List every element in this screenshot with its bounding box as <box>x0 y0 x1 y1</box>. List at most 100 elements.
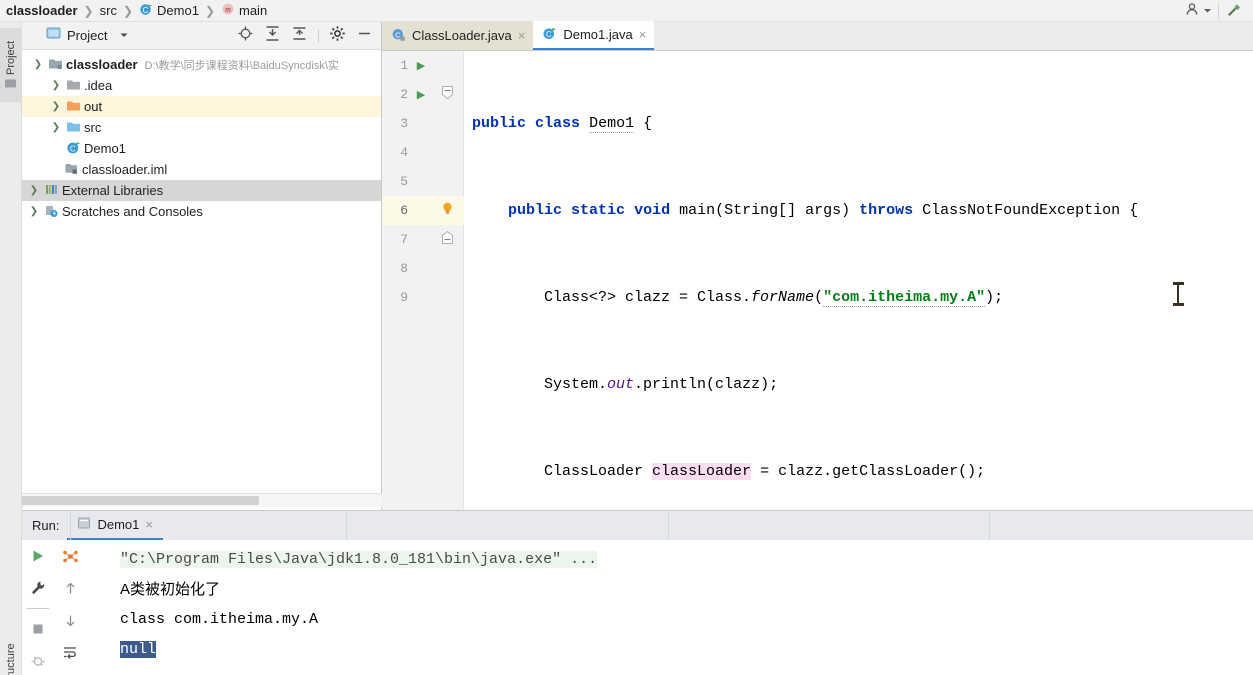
project-panel: Project ❯ classloader D:\教学\同步课程资料\Baidu… <box>22 22 382 510</box>
collapse-all-icon[interactable] <box>291 25 308 47</box>
panel-divider <box>989 511 990 540</box>
gutter-line-9: 9 <box>382 283 464 312</box>
filter-icon[interactable] <box>57 544 83 568</box>
line-number: 2 <box>400 87 408 102</box>
locate-icon[interactable] <box>237 25 254 47</box>
chevron-right-icon[interactable]: ❯ <box>48 80 64 91</box>
tree-node-external-libraries[interactable]: ❯ External Libraries <box>22 180 381 201</box>
tab-demo1-java[interactable]: C Demo1.java × <box>533 21 655 50</box>
settings-wrench-icon[interactable] <box>25 576 51 600</box>
breadcrumb: classloader ❯ src ❯ C Demo1 ❯ m main <box>0 0 1253 22</box>
breadcrumb-item-src[interactable]: src <box>100 3 117 18</box>
svg-text:C: C <box>395 30 401 39</box>
class-icon: C <box>66 140 81 158</box>
code-editor[interactable]: 1 ▶ 2 ▶ 3 4 5 6 7 8 9 public class Demo1… <box>382 51 1253 654</box>
console-selected-text: null <box>120 641 157 658</box>
chevron-right-icon[interactable]: ❯ <box>26 206 42 217</box>
project-panel-title: Project <box>67 28 108 43</box>
line-number: 8 <box>400 261 408 276</box>
project-panel-header: Project <box>22 22 381 50</box>
breadcrumb-label: Demo1 <box>157 3 199 18</box>
titlebar-right-tools <box>1184 0 1251 22</box>
run-toolbar-col-right <box>54 544 86 675</box>
chevron-right-icon[interactable]: ❯ <box>48 101 64 112</box>
hammer-icon[interactable] <box>1225 0 1243 23</box>
module-icon <box>48 56 63 74</box>
chevron-down-icon[interactable] <box>119 27 129 45</box>
library-icon <box>44 182 59 200</box>
sidebar-item-project[interactable]: Project <box>0 28 22 102</box>
run-tab-label: Demo1 <box>97 517 140 532</box>
close-icon[interactable]: × <box>518 28 526 43</box>
scratches-icon <box>44 203 59 221</box>
stop-icon[interactable] <box>25 617 51 641</box>
hide-panel-icon[interactable] <box>356 25 373 47</box>
run-panel-header: Run: Demo1 × <box>22 511 1253 540</box>
tree-node-iml[interactable]: classloader.iml <box>22 159 381 180</box>
toolbar-divider <box>27 608 49 609</box>
panel-divider <box>346 511 347 540</box>
run-tab-demo1[interactable]: Demo1 × <box>67 511 163 540</box>
run-toolbar <box>22 540 86 675</box>
soft-wrap-icon[interactable] <box>57 640 83 664</box>
tree-node-classloader[interactable]: ❯ classloader D:\教学\同步课程资料\BaiduSyncdisk… <box>22 54 381 75</box>
close-icon[interactable]: × <box>145 517 153 532</box>
sidebar-item-label: Project <box>5 40 17 76</box>
rerun-icon[interactable] <box>25 544 51 568</box>
breadcrumb-item-classloader[interactable]: classloader <box>6 3 78 18</box>
tree-node-idea[interactable]: ❯ .idea <box>22 75 381 96</box>
editor-code-area[interactable]: public class Demo1 { public static void … <box>464 51 1253 654</box>
svg-text:C: C <box>143 6 149 15</box>
code-line-3: Class<?> clazz = Class.forName("com.ithe… <box>472 289 1004 307</box>
breadcrumb-item-main[interactable]: m main <box>221 2 267 19</box>
chevron-down-icon[interactable]: ❯ <box>48 122 64 133</box>
breadcrumb-label: src <box>99 3 117 18</box>
class-icon: C <box>139 2 153 19</box>
tree-node-label: src <box>84 120 102 135</box>
svg-text:C: C <box>546 30 552 39</box>
debug-icon[interactable] <box>25 649 51 673</box>
close-icon[interactable]: × <box>639 27 647 42</box>
up-arrow-icon[interactable] <box>57 576 83 600</box>
folder-gray-icon <box>66 77 81 95</box>
editor-gutter[interactable]: 1 ▶ 2 ▶ 3 4 5 6 7 8 9 <box>382 51 464 510</box>
toolbar-divider <box>1218 3 1219 19</box>
lightbulb-icon[interactable] <box>434 201 460 220</box>
settings-icon[interactable] <box>329 25 346 47</box>
breadcrumb-separator: ❯ <box>83 3 94 18</box>
tree-node-out[interactable]: ❯ out <box>22 96 381 117</box>
tree-node-label: classloader <box>66 57 138 72</box>
code-line-1: public class Demo1 { <box>472 115 653 133</box>
run-icon[interactable]: ▶ <box>408 59 434 73</box>
user-icon[interactable] <box>1184 1 1200 22</box>
tab-classloader-java[interactable]: C ClassLoader.java × <box>382 21 534 50</box>
code-line-5: ClassLoader classLoader = clazz.getClass… <box>472 463 986 480</box>
sidebar-item-structure[interactable]: Structure <box>0 634 22 675</box>
run-icon[interactable]: ▶ <box>408 88 434 102</box>
console-line-null: null <box>86 635 1253 665</box>
line-number: 9 <box>400 290 408 305</box>
tree-node-demo1[interactable]: C Demo1 <box>22 138 381 159</box>
tree-node-src[interactable]: ❯ src <box>22 117 381 138</box>
project-horizontal-scrollbar[interactable] <box>22 496 259 505</box>
svg-text:m: m <box>225 5 231 14</box>
chevron-down-icon[interactable] <box>1203 2 1212 20</box>
breadcrumb-separator: ❯ <box>122 3 134 18</box>
left-tool-rail: Project Structure <box>0 22 22 675</box>
expand-all-icon[interactable] <box>264 25 281 47</box>
gutter-line-8: 8 <box>382 254 464 283</box>
console-output[interactable]: "C:\Program Files\Java\jdk1.8.0_181\bin\… <box>86 540 1253 675</box>
line-number: 4 <box>400 145 408 160</box>
chevron-down-icon[interactable]: ❯ <box>30 59 46 70</box>
chevron-right-icon[interactable]: ❯ <box>26 185 42 196</box>
fold-icon[interactable] <box>434 230 460 248</box>
tree-node-label: classloader.iml <box>82 162 168 177</box>
tree-node-scratches[interactable]: ❯ Scratches and Consoles <box>22 201 381 222</box>
line-number: 1 <box>400 58 408 73</box>
breadcrumb-item-demo1[interactable]: C Demo1 <box>139 2 199 19</box>
console-line-command: "C:\Program Files\Java\jdk1.8.0_181\bin\… <box>86 545 1253 575</box>
down-arrow-icon[interactable] <box>57 608 83 632</box>
gutter-line-5: 5 <box>382 167 464 196</box>
console-line-chinese: A类被初始化了 <box>120 581 221 598</box>
fold-icon[interactable] <box>434 86 460 103</box>
